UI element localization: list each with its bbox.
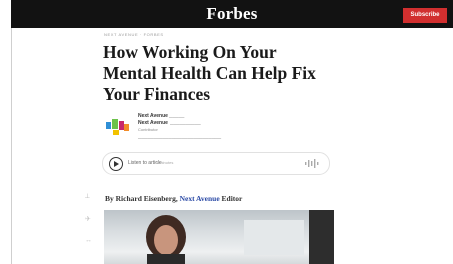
author-name[interactable]: Next Avenue <box>138 113 168 119</box>
author-role: Contributor <box>138 127 158 132</box>
author-bio-line: ▁▁▁▁▁▁▁▁▁▁▁▁▁▁▁▁▁▁▁▁▁▁▁▁▁▁▁ <box>138 134 222 139</box>
linkedin-icon[interactable]: ↔ <box>85 237 92 244</box>
author-name-secondary[interactable]: Next Avenue <box>138 120 168 126</box>
listen-to-article-bar[interactable]: Listen to article 5 minutes <box>102 152 330 175</box>
listen-duration: 5 minutes <box>156 160 174 165</box>
right-gutter <box>338 28 453 264</box>
article-photo <box>104 210 334 264</box>
author-faint-line-2: ▁▁▁▁▁▁▁▁▁▁ <box>170 120 201 125</box>
next-avenue-logo-icon <box>105 116 131 136</box>
byline-suffix: Editor <box>221 194 243 203</box>
author-faint-line: ▁▁▁▁▁ <box>169 113 185 118</box>
article-kicker[interactable]: NEXT AVENUE · FORBES <box>104 32 164 37</box>
byline: By Richard Eisenberg, Next Avenue Editor <box>105 194 242 203</box>
left-rule <box>11 28 12 264</box>
top-header-bar: Forbes Subscribe <box>11 0 453 28</box>
forbes-logo[interactable]: Forbes <box>11 4 453 24</box>
play-icon[interactable] <box>109 157 123 171</box>
byline-prefix: By Richard Eisenberg, <box>105 194 178 203</box>
audio-wave-icon <box>305 159 319 168</box>
subscribe-button[interactable]: Subscribe <box>403 8 447 23</box>
article: NEXT AVENUE · FORBES How Working On Your… <box>96 28 338 264</box>
twitter-icon[interactable]: ✈ <box>85 215 91 223</box>
article-headline: How Working On Your Mental Health Can He… <box>103 42 316 104</box>
share-icon[interactable]: ⟂ <box>85 193 90 201</box>
byline-link[interactable]: Next Avenue <box>180 194 220 203</box>
